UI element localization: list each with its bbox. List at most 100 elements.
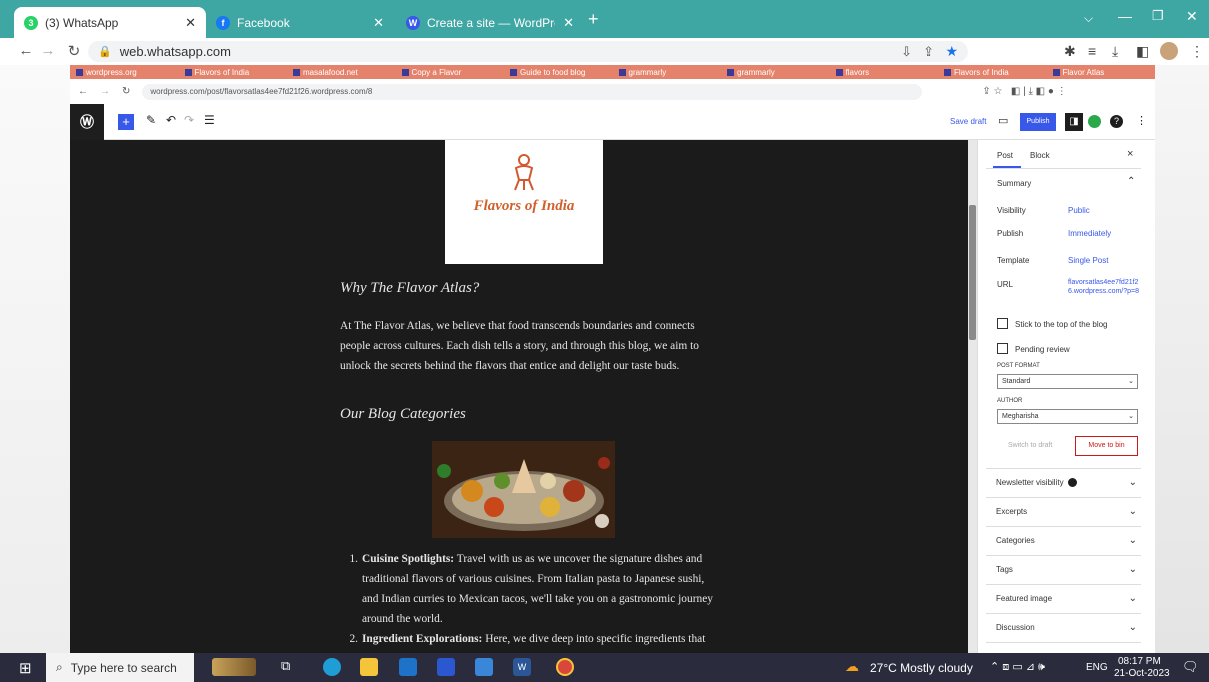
panel-categories[interactable]: Categories ⌄	[986, 526, 1141, 554]
windows-start-icon[interactable]: ⊞	[19, 659, 32, 677]
sticky-checkbox[interactable]	[997, 318, 1008, 329]
inner-tab[interactable]: Guide to food blog	[504, 68, 613, 77]
move-to-bin-button[interactable]: Move to bin	[1075, 436, 1138, 456]
chevron-up-icon[interactable]: ⌃	[1127, 176, 1135, 187]
inner-toolbar-icons[interactable]: ⇪ ☆ ◧ | ⤓ ◧ ● ⋮	[982, 86, 1066, 97]
tab-search-icon[interactable]: ⌵	[1084, 11, 1093, 26]
intro-paragraph[interactable]: At The Flavor Atlas, we believe that foo…	[340, 316, 718, 376]
post-format-select[interactable]: Standard ⌄	[997, 374, 1138, 389]
list-item[interactable]: 1. Cuisine Spotlights: Travel with us as…	[340, 549, 718, 629]
scrollbar-thumb[interactable]	[969, 205, 976, 340]
tab-facebook[interactable]: f Facebook ✕	[206, 7, 394, 38]
redo-icon[interactable]: ↷	[184, 113, 194, 127]
template-value[interactable]: Single Post	[1068, 256, 1108, 265]
store-icon[interactable]	[475, 658, 493, 676]
language-indicator[interactable]: ENG	[1086, 662, 1108, 673]
inner-tab[interactable]: masalafood.net	[287, 68, 396, 77]
taskbar-search-box[interactable]: ⌕ Type here to search	[46, 653, 194, 682]
side-panel-icon[interactable]: ◧	[1136, 43, 1149, 60]
new-tab-button[interactable]: +	[588, 9, 599, 30]
inner-back-icon[interactable]: ←	[78, 86, 88, 97]
inner-tab[interactable]: grammarly	[721, 68, 830, 77]
task-view-icon[interactable]: ⧉	[281, 658, 290, 674]
tab-whatsapp[interactable]: 3 (3) WhatsApp ✕	[14, 7, 206, 38]
panel-tags[interactable]: Tags ⌄	[986, 555, 1141, 583]
file-explorer-icon[interactable]	[360, 658, 378, 676]
inner-address-bar[interactable]: wordpress.com/post/flavorsatlas4ee7fd21f…	[142, 83, 923, 100]
teams-icon[interactable]	[437, 658, 455, 676]
heading-why-flavor-atlas[interactable]: Why The Flavor Atlas?	[340, 280, 479, 297]
panel-featured-image[interactable]: Featured image ⌄	[986, 584, 1141, 612]
publish-value[interactable]: Immediately	[1068, 229, 1111, 238]
reload-icon[interactable]: ↻	[62, 42, 86, 60]
categories-list[interactable]: 1. Cuisine Spotlights: Travel with us as…	[340, 549, 718, 653]
edge-icon[interactable]	[323, 658, 341, 676]
panel-excerpts[interactable]: Excerpts ⌄	[986, 497, 1141, 525]
close-icon[interactable]: ✕	[373, 15, 384, 31]
tray-icons[interactable]: ⌃ ⧈ ▭ ⊿ 🕪	[990, 660, 1045, 674]
preview-icon[interactable]: ▭	[998, 114, 1008, 127]
inner-forward-icon[interactable]: →	[100, 86, 110, 97]
add-block-button[interactable]: +	[118, 114, 134, 130]
panel-discussion[interactable]: Discussion ⌄	[986, 613, 1141, 641]
forward-icon[interactable]: →	[36, 42, 60, 59]
word-icon[interactable]: W	[513, 658, 531, 676]
list-view-icon[interactable]: ☰	[204, 113, 215, 127]
panel-newsletter[interactable]: Newsletter visibility ⌄	[986, 468, 1141, 496]
jetpack-icon[interactable]	[1088, 115, 1101, 128]
star-icon[interactable]: ★	[945, 43, 958, 60]
inner-tab[interactable]: Flavors of India	[179, 68, 288, 77]
inner-tab[interactable]: Copy a Flavor	[396, 68, 505, 77]
heading-blog-categories[interactable]: Our Blog Categories	[340, 406, 466, 423]
visibility-value[interactable]: Public	[1068, 206, 1090, 215]
save-draft-button[interactable]: Save draft	[950, 117, 986, 126]
options-icon[interactable]: ⋮	[1136, 114, 1147, 127]
tab-block[interactable]: Block	[1030, 151, 1050, 160]
minimize-icon[interactable]: —	[1118, 8, 1132, 24]
site-logo-image[interactable]: Flavors of India	[445, 140, 603, 264]
inner-tab[interactable]: Flavors of India	[938, 68, 1047, 77]
undo-icon[interactable]: ↶	[166, 113, 176, 127]
switch-to-draft-button[interactable]: Switch to draft	[1008, 442, 1052, 449]
mail-icon[interactable]	[399, 658, 417, 676]
publish-button[interactable]: Publish	[1020, 113, 1056, 131]
close-sidebar-icon[interactable]: ×	[1127, 148, 1133, 160]
notification-icon[interactable]: 🗨	[1182, 659, 1199, 675]
author-select[interactable]: Megharisha ⌄	[997, 409, 1138, 424]
inner-tab[interactable]: wordpress.org	[70, 68, 179, 77]
profile-avatar[interactable]	[1160, 42, 1178, 60]
reading-list-icon[interactable]: ≡	[1088, 43, 1096, 59]
back-icon[interactable]: ←	[14, 42, 38, 59]
close-window-icon[interactable]: ✕	[1186, 8, 1198, 25]
canvas-scrollbar[interactable]	[968, 140, 977, 653]
install-icon[interactable]: ⇩	[901, 44, 912, 60]
chrome-icon[interactable]	[556, 658, 574, 676]
url-value[interactable]: flavorsatlas4ee7fd21f26.wordpress.com/?p…	[1068, 278, 1140, 296]
close-icon[interactable]: ✕	[563, 15, 574, 31]
menu-icon[interactable]: ⋮	[1190, 43, 1204, 60]
pencil-icon[interactable]: ✎	[146, 113, 156, 127]
maximize-icon[interactable]: ❐	[1152, 8, 1164, 24]
tab-post[interactable]: Post	[997, 151, 1013, 160]
editor-canvas[interactable]: Flavors of India Why The Flavor Atlas? A…	[70, 140, 977, 653]
weather-text[interactable]: 27°C Mostly cloudy	[870, 661, 973, 675]
summary-title[interactable]: Summary	[997, 179, 1031, 188]
tab-wordpress[interactable]: W Create a site — WordPress.com ✕	[396, 7, 584, 38]
news-widget-icon[interactable]	[212, 658, 256, 676]
help-icon[interactable]: ?	[1110, 115, 1123, 128]
wordpress-logo-icon[interactable]: Ⓦ	[70, 104, 104, 140]
inner-tab[interactable]: grammarly	[613, 68, 722, 77]
clock-time[interactable]: 08:17 PM	[1118, 656, 1161, 667]
inner-tab[interactable]: Flavor Atlas	[1047, 68, 1156, 77]
address-bar[interactable]: 🔒 web.whatsapp.com ⇩ ⇪ ★	[88, 41, 968, 62]
inner-reload-icon[interactable]: ↻	[122, 86, 130, 97]
share-icon[interactable]: ⇪	[923, 44, 934, 60]
inner-tab[interactable]: flavors	[830, 68, 939, 77]
clock-date[interactable]: 21-Oct-2023	[1114, 668, 1170, 679]
extension-icon[interactable]: ✱	[1064, 43, 1076, 60]
close-icon[interactable]: ✕	[185, 15, 196, 31]
thali-food-image[interactable]	[432, 441, 615, 538]
settings-icon[interactable]: ◨	[1065, 113, 1083, 131]
pending-checkbox[interactable]	[997, 343, 1008, 354]
download-icon[interactable]: ⤓	[1112, 43, 1118, 60]
